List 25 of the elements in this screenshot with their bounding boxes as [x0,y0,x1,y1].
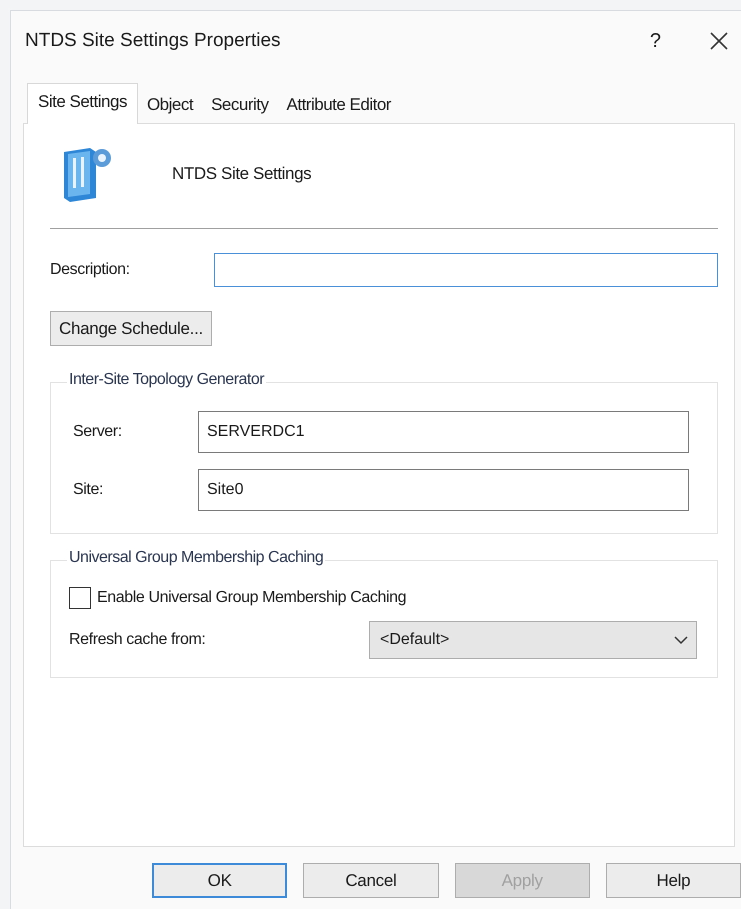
field-label: Site: [73,481,104,499]
tab[interactable]: Attribute Editor [278,88,400,123]
checkbox[interactable] [69,587,91,609]
help-button[interactable]: ? [650,30,661,52]
tab[interactable]: Site Settings [27,83,138,124]
chevron-down-icon [674,635,688,645]
text-field[interactable]: SERVERDC1 [198,411,689,453]
dialog-button[interactable]: OK [152,863,288,898]
change-schedule-button[interactable]: Change Schedule... [50,311,212,346]
tab[interactable]: Object [138,88,202,123]
description-field[interactable] [214,253,718,287]
field-label: Refresh cache from: [69,631,206,649]
checkbox-label: Enable Universal Group Membership Caching [97,589,406,607]
tab[interactable]: Security [202,88,278,123]
window-title: NTDS Site Settings Properties [25,30,282,52]
field-label: Server: [73,423,123,441]
group-title: Universal Group Membership Caching [67,549,326,567]
text-field[interactable]: Site0 [198,469,689,511]
object-name: NTDS Site Settings [172,164,312,184]
dialog-button[interactable]: Help [606,863,741,898]
field-label: Description: [50,261,131,279]
close-icon[interactable] [709,31,729,51]
dialog-button[interactable]: Cancel [303,863,439,898]
refresh-dropdown[interactable]: <Default> [369,621,697,659]
group-title: Inter-Site Topology Generator [67,371,266,389]
